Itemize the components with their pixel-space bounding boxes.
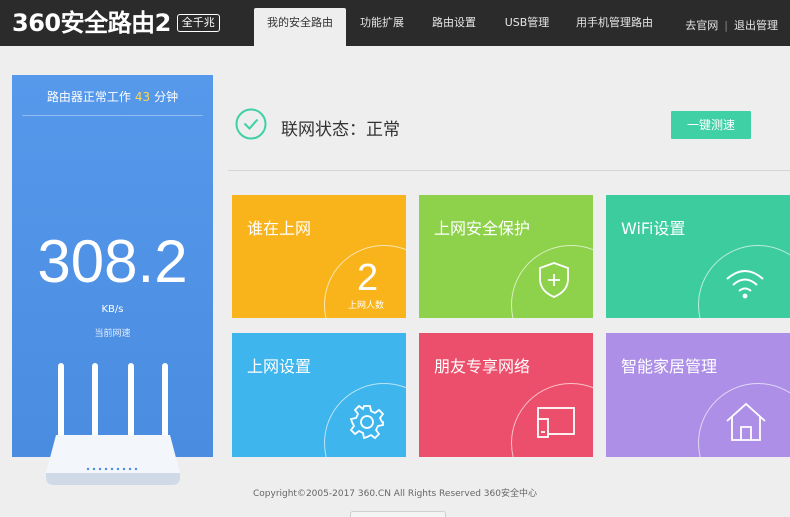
main-nav: 我的安全路由 功能扩展 路由设置 USB管理 用手机管理路由: [254, 8, 664, 46]
tile-title: 朋友专享网络: [434, 357, 531, 376]
uptime-minutes: 43: [134, 90, 151, 104]
online-count-label: 上网人数: [348, 301, 385, 311]
tile-title: 上网安全保护: [434, 219, 531, 238]
tab-extensions[interactable]: 功能扩展: [346, 8, 418, 46]
speed-test-button[interactable]: 一键测速: [671, 111, 751, 139]
link-separator: |: [724, 18, 728, 32]
top-links: 去官网 | 退出管理: [685, 17, 778, 33]
copyright-footer: Copyright©2005-2017 360.CN All Rights Re…: [252, 489, 537, 499]
tile-wifi-settings[interactable]: WiFi设置: [606, 195, 790, 318]
uptime-prefix: 路由器正常工作: [46, 90, 131, 104]
top-bar: 360安全路由2 全千兆 我的安全路由 功能扩展 路由设置 USB管理 用手机管…: [0, 0, 790, 46]
tab-router-settings[interactable]: 路由设置: [418, 8, 490, 46]
tile-title: 智能家居管理: [621, 357, 718, 376]
tile-title: WiFi设置: [621, 219, 686, 238]
tile-title: 上网设置: [247, 357, 312, 376]
check-circle-icon: [235, 108, 267, 140]
shield-icon: [539, 262, 569, 298]
tile-title: 谁在上网: [247, 219, 312, 238]
wifi-icon: [726, 270, 764, 299]
router-illustration: [46, 363, 180, 485]
devices-icon: [537, 407, 575, 438]
tile-security-protection[interactable]: 上网安全保护: [419, 195, 593, 318]
speed-panel: 路由器正常工作 43 分钟 308.2 KB/s 当前网速: [12, 75, 213, 485]
status-divider: [228, 170, 790, 171]
tile-who-online[interactable]: 谁在上网 2 上网人数: [232, 195, 406, 318]
official-site-link[interactable]: 去官网: [685, 17, 718, 33]
footer-tab: [350, 511, 446, 517]
gear-icon: [349, 404, 385, 440]
speed-label: 当前网速: [94, 329, 131, 339]
logo-text: 360安全路由2: [12, 9, 171, 37]
brand-logo: 360安全路由2 全千兆: [12, 9, 220, 37]
network-status-row: 联网状态：正常 一键测速: [228, 96, 790, 156]
online-count: 2: [357, 257, 379, 299]
tab-my-router[interactable]: 我的安全路由: [254, 8, 346, 46]
panel-divider: [22, 115, 203, 116]
home-icon: [726, 402, 766, 441]
tile-friend-network[interactable]: 朋友专享网络: [419, 333, 593, 457]
speed-unit: KB/s: [101, 304, 124, 315]
logout-link[interactable]: 退出管理: [734, 17, 778, 33]
network-status-text: 联网状态：正常: [281, 120, 400, 140]
uptime-suffix: 分钟: [154, 90, 179, 104]
logo-badge: 全千兆: [176, 14, 220, 32]
tab-usb-management[interactable]: USB管理: [490, 8, 564, 46]
current-speed-value: 308.2: [37, 228, 188, 295]
uptime-text: 路由器正常工作 43 分钟: [12, 88, 213, 105]
tile-smart-home[interactable]: 智能家居管理: [606, 333, 790, 457]
tab-mobile-management[interactable]: 用手机管理路由: [564, 8, 664, 46]
tile-internet-settings[interactable]: 上网设置: [232, 333, 406, 457]
